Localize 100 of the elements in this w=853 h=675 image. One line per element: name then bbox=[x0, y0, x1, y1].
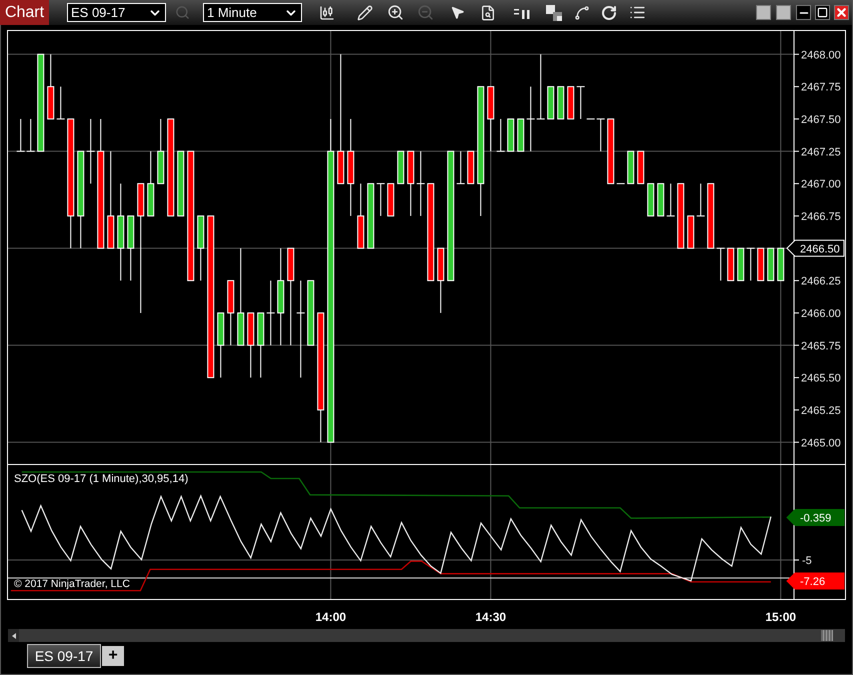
candlestick bbox=[637, 150, 644, 184]
axis-label: 2468.00 bbox=[801, 49, 841, 62]
refresh-icon bbox=[601, 4, 617, 20]
candlestick bbox=[567, 86, 574, 120]
candlestick bbox=[517, 118, 524, 152]
candlestick bbox=[197, 215, 204, 282]
pencil-icon bbox=[357, 4, 373, 20]
interval-dropdown[interactable]: 1 Minute bbox=[203, 3, 302, 22]
candlestick bbox=[416, 150, 426, 216]
candlestick bbox=[16, 118, 26, 152]
zoom-in-icon bbox=[386, 4, 404, 21]
candlestick bbox=[696, 183, 706, 216]
candlestick bbox=[47, 54, 54, 120]
candlestick bbox=[536, 54, 546, 120]
candlestick bbox=[627, 150, 634, 184]
chart-tab[interactable]: ES 09-17 bbox=[27, 644, 101, 668]
templates-button[interactable] bbox=[545, 4, 563, 22]
scroll-left-button[interactable] bbox=[8, 629, 19, 642]
candlestick bbox=[147, 150, 154, 216]
document-search-icon bbox=[480, 4, 496, 20]
candlestick bbox=[26, 118, 36, 152]
axis-label: 2466.25 bbox=[801, 276, 841, 288]
candlestick bbox=[467, 150, 474, 184]
candlestick bbox=[247, 312, 254, 378]
axis-label: 2466.75 bbox=[801, 210, 841, 223]
candlestick bbox=[657, 183, 664, 216]
candlestick-icon bbox=[319, 4, 335, 20]
candlestick bbox=[757, 248, 764, 282]
data-box-button[interactable] bbox=[479, 4, 497, 22]
candlestick bbox=[727, 248, 734, 282]
close-button[interactable] bbox=[834, 5, 849, 20]
axis-label: 2466.00 bbox=[801, 308, 841, 320]
draw-button[interactable] bbox=[356, 4, 374, 22]
axis-label: 2465.25 bbox=[801, 404, 841, 417]
candlestick bbox=[257, 312, 264, 378]
candlestick bbox=[177, 150, 184, 216]
minimize-button[interactable] bbox=[796, 5, 811, 20]
candlestick bbox=[367, 183, 374, 249]
chart-title: Chart bbox=[0, 0, 49, 25]
candlestick bbox=[307, 280, 314, 346]
axis-label: 2465.50 bbox=[801, 372, 841, 385]
bar-type-button[interactable] bbox=[318, 4, 336, 22]
axis-label: 2467.25 bbox=[801, 146, 841, 158]
candlestick bbox=[737, 248, 744, 282]
candlestick bbox=[777, 248, 784, 282]
left-triangle-icon bbox=[12, 632, 16, 638]
candlestick bbox=[716, 248, 726, 282]
value-marker: -7.26 bbox=[786, 572, 844, 590]
value-marker: -0.359 bbox=[786, 509, 844, 526]
axis-label: 2465.00 bbox=[801, 437, 841, 450]
search-icon bbox=[174, 5, 190, 20]
axis-label: 15:00 bbox=[765, 610, 796, 624]
node-line-icon bbox=[574, 4, 590, 20]
candlestick bbox=[157, 118, 164, 184]
axis-label: 14:00 bbox=[315, 610, 346, 624]
add-tab-button[interactable]: + bbox=[102, 646, 124, 666]
candlestick bbox=[437, 248, 444, 314]
candlestick bbox=[86, 118, 96, 184]
indicator-label: SZO(ES 09-17 (1 Minute),30,95,14) bbox=[14, 473, 188, 485]
current-price-marker: 2466.50 bbox=[786, 240, 844, 257]
candlestick bbox=[357, 183, 364, 249]
list-icon bbox=[628, 4, 646, 21]
candlestick bbox=[456, 150, 466, 184]
strategies-button[interactable] bbox=[573, 4, 591, 22]
candlestick bbox=[616, 183, 626, 184]
axis-label: 2467.00 bbox=[801, 178, 841, 191]
candlestick bbox=[767, 248, 774, 282]
candlestick bbox=[387, 183, 394, 216]
bars-icon bbox=[514, 6, 532, 18]
axis-label: 2467.50 bbox=[801, 114, 841, 126]
scrollbar-thumb[interactable] bbox=[821, 630, 833, 641]
stacked-squares-icon bbox=[546, 4, 562, 20]
axis-label: 14:30 bbox=[475, 610, 506, 624]
axis-label: 2467.75 bbox=[801, 82, 841, 94]
candlestick bbox=[707, 183, 714, 249]
candlestick bbox=[666, 183, 676, 216]
zoom-in-button[interactable] bbox=[386, 4, 404, 22]
candlestick bbox=[266, 280, 276, 346]
zoom-out-icon bbox=[416, 4, 434, 21]
candlestick bbox=[647, 183, 654, 216]
candlestick bbox=[607, 118, 614, 184]
candlestick bbox=[526, 86, 536, 152]
cursor-arrow-icon bbox=[450, 5, 464, 20]
scrollbar[interactable] bbox=[8, 629, 845, 642]
candlestick bbox=[127, 215, 134, 282]
close-icon bbox=[835, 6, 848, 19]
instrument-dropdown[interactable]: ES 09-17 bbox=[67, 3, 166, 22]
reload-button[interactable] bbox=[600, 4, 618, 22]
candlestick bbox=[496, 118, 506, 152]
candlestick bbox=[407, 150, 414, 216]
candlestick bbox=[397, 150, 404, 184]
candlestick bbox=[376, 183, 386, 216]
axis-label: 2465.75 bbox=[801, 340, 841, 352]
axis-label: -5 bbox=[802, 555, 812, 567]
candlestick bbox=[56, 86, 66, 120]
candlestick bbox=[227, 280, 234, 346]
candlestick bbox=[547, 86, 554, 120]
maximize-button[interactable] bbox=[815, 5, 830, 20]
maximize-icon bbox=[817, 7, 828, 18]
candlestick bbox=[507, 118, 514, 152]
